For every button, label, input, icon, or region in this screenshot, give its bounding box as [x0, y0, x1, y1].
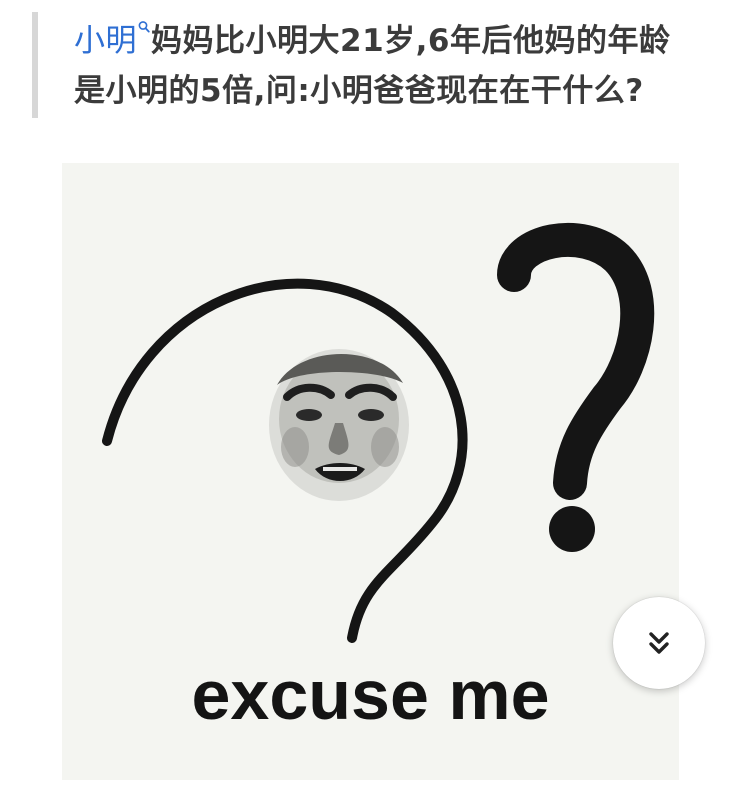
search-icon[interactable]: [137, 20, 151, 38]
term-link[interactable]: 小明: [74, 23, 137, 59]
question-line-2: 是小明的5倍,问:小明爸爸现在在干什么?: [74, 73, 644, 109]
double-chevron-down-icon: [649, 632, 669, 654]
page: 小明 妈妈比小明大21岁,6年后他妈的年龄 是小明的5倍,问:小明爸爸现在在干什么…: [0, 0, 741, 800]
quote-block: 小明 妈妈比小明大21岁,6年后他妈的年龄 是小明的5倍,问:小明爸爸现在在干什么…: [32, 6, 722, 120]
face: [269, 349, 409, 501]
quote-bar: [32, 12, 38, 118]
scroll-down-button[interactable]: [613, 597, 705, 689]
meme-caption: excuse me: [191, 656, 550, 734]
question-line-1: 妈妈比小明大21岁,6年后他妈的年龄: [151, 23, 671, 59]
meme-image: excuse me: [62, 163, 679, 780]
question-text: 小明 妈妈比小明大21岁,6年后他妈的年龄 是小明的5倍,问:小明爸爸现在在干什么…: [74, 16, 714, 116]
question-mark-dot: [549, 506, 595, 552]
question-mark-hook: [497, 222, 655, 500]
